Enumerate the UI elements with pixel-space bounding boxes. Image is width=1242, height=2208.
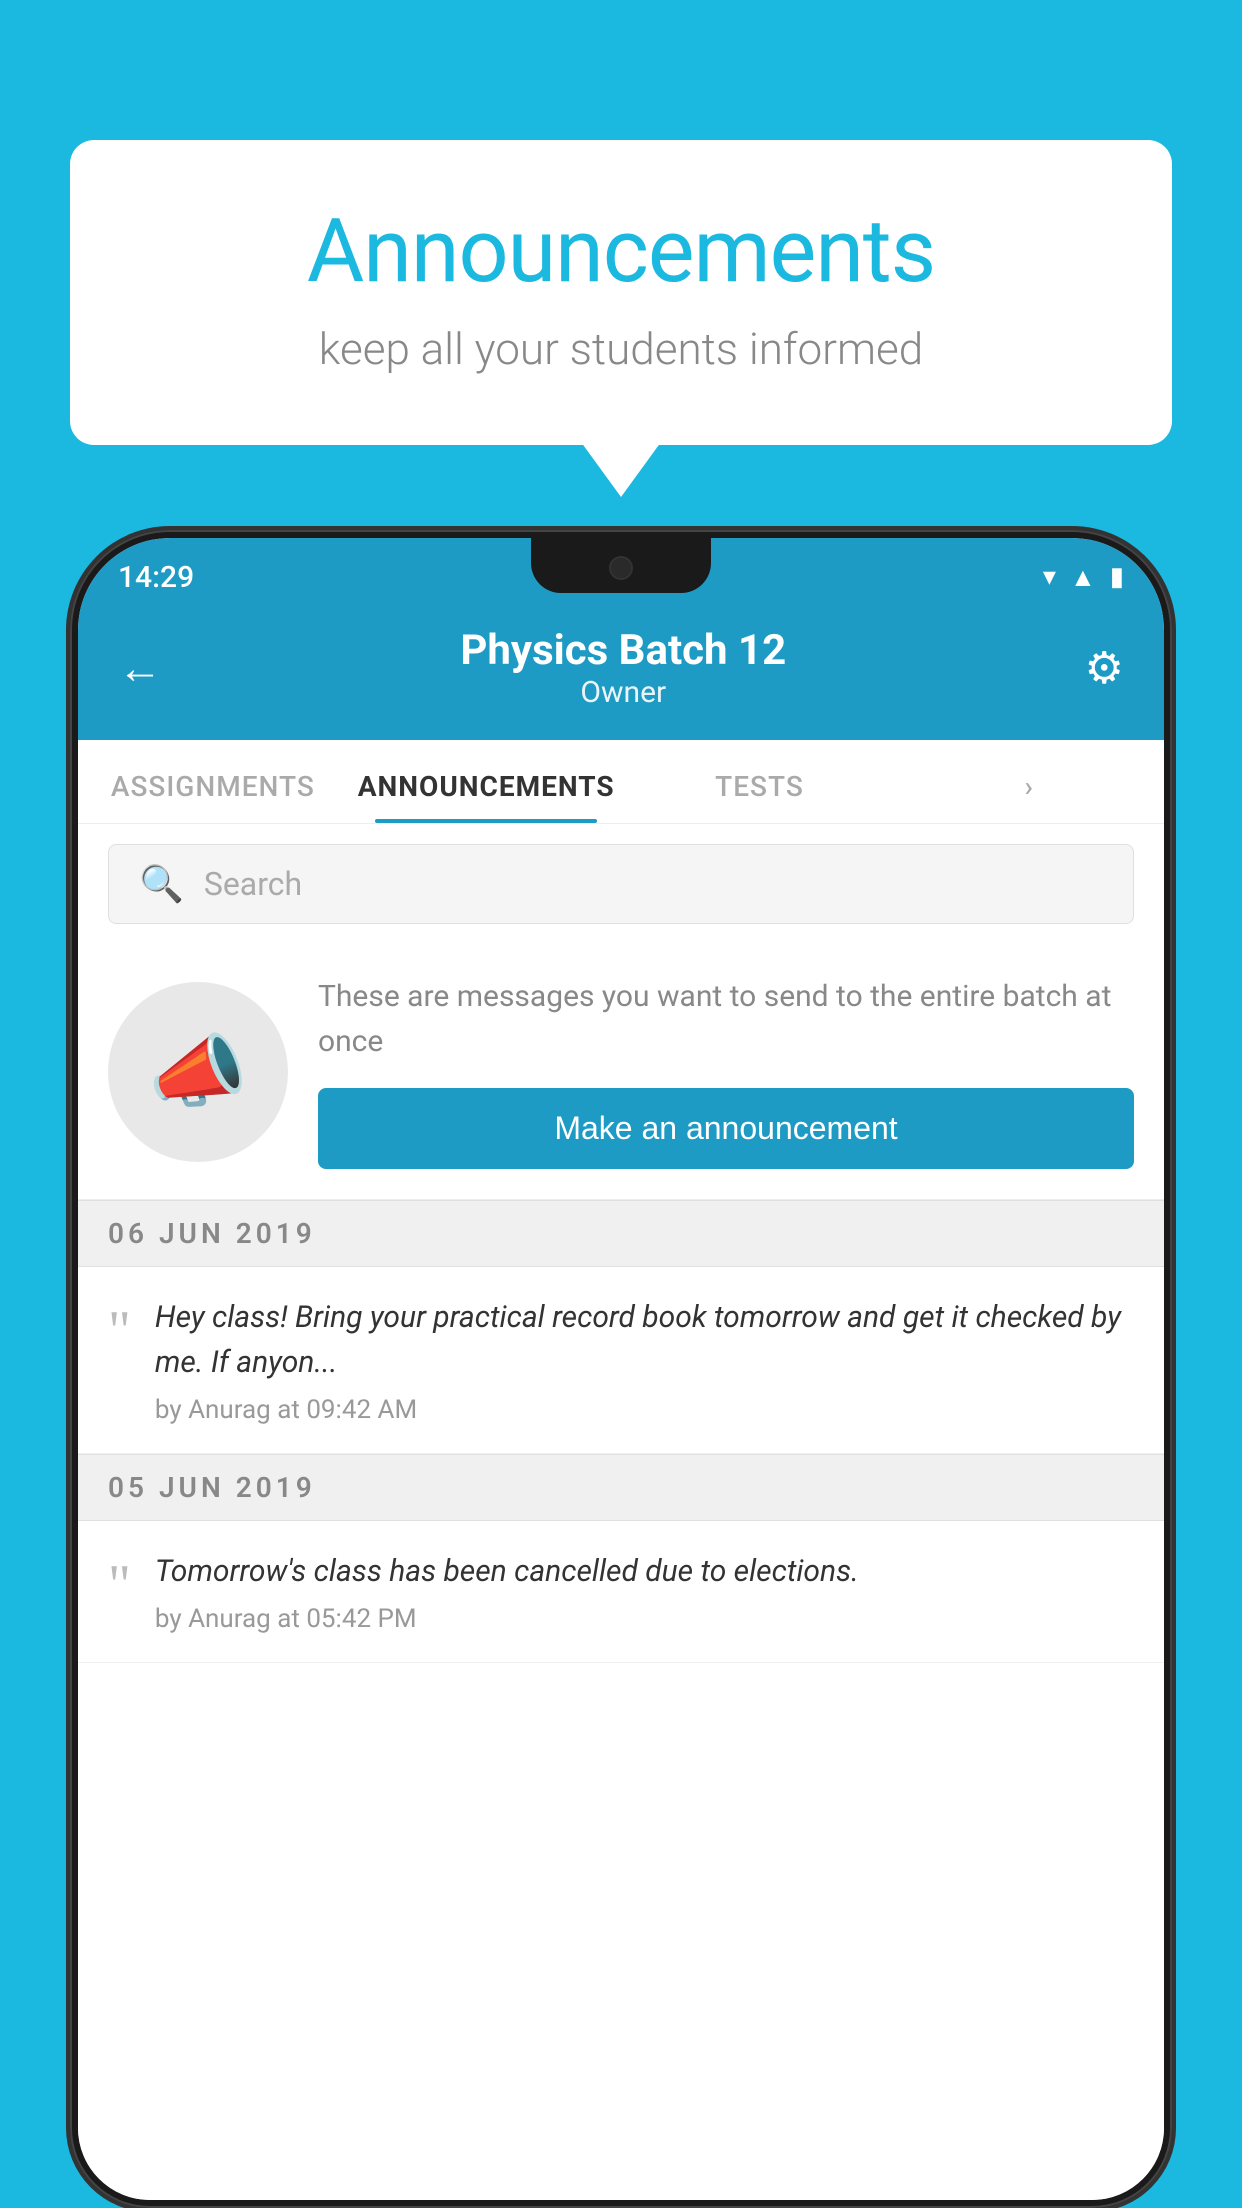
announcement-icon-circle: 📣 (108, 982, 288, 1162)
phone-camera (609, 556, 633, 580)
announcement-item-2[interactable]: " Tomorrow's class has been cancelled du… (78, 1521, 1164, 1663)
search-placeholder: Search (204, 865, 302, 903)
batch-title: Physics Batch 12 (460, 626, 786, 675)
speech-bubble-container: Announcements keep all your students inf… (70, 140, 1172, 445)
date-separator-2: 05 JUN 2019 (78, 1454, 1164, 1521)
announcement-text-2: Tomorrow's class has been cancelled due … (155, 1549, 1134, 1634)
tab-assignments[interactable]: ASSIGNMENTS (78, 740, 348, 823)
announcement-intro: 📣 These are messages you want to send to… (78, 944, 1164, 1200)
announcement-text-1: Hey class! Bring your practical record b… (155, 1295, 1134, 1425)
wifi-icon: ▾ (1043, 562, 1056, 592)
bubble-title: Announcements (150, 200, 1092, 303)
announcement-message-1: Hey class! Bring your practical record b… (155, 1295, 1134, 1385)
tab-tests[interactable]: TESTS (625, 740, 895, 823)
bubble-subtitle: keep all your students informed (150, 323, 1092, 375)
phone-content: 🔍 Search 📣 These are messages you want t… (78, 824, 1164, 2200)
tab-bar: ASSIGNMENTS ANNOUNCEMENTS TESTS › (78, 740, 1164, 824)
battery-icon: ▮ (1110, 562, 1124, 592)
batch-role: Owner (460, 675, 786, 710)
date-label-1: 06 JUN 2019 (108, 1217, 316, 1250)
speech-bubble: Announcements keep all your students inf… (70, 140, 1172, 445)
megaphone-icon: 📣 (148, 1025, 248, 1119)
quote-icon-1: " (108, 1303, 131, 1359)
status-icons: ▾ ▲ ▮ (1043, 562, 1124, 593)
date-label-2: 05 JUN 2019 (108, 1471, 316, 1504)
quote-icon-2: " (108, 1557, 131, 1613)
make-announcement-button[interactable]: Make an announcement (318, 1088, 1134, 1169)
header-center: Physics Batch 12 Owner (460, 626, 786, 710)
announcement-right: These are messages you want to send to t… (318, 974, 1134, 1169)
phone-notch (531, 538, 711, 593)
status-time: 14:29 (118, 560, 194, 595)
announcement-description: These are messages you want to send to t… (318, 974, 1134, 1064)
settings-icon[interactable]: ⚙ (1085, 642, 1124, 694)
signal-icon: ▲ (1070, 562, 1096, 593)
announcement-author-1: by Anurag at 09:42 AM (155, 1395, 1134, 1425)
search-input[interactable]: 🔍 Search (108, 844, 1134, 924)
phone-frame: 14:29 ▾ ▲ ▮ ← Physics Batch 12 Owner ⚙ A… (70, 530, 1172, 2208)
search-icon: 🔍 (139, 863, 184, 905)
announcement-item-1[interactable]: " Hey class! Bring your practical record… (78, 1267, 1164, 1454)
date-separator-1: 06 JUN 2019 (78, 1200, 1164, 1267)
search-bar-container: 🔍 Search (78, 824, 1164, 944)
tab-more[interactable]: › (894, 740, 1164, 823)
announcement-author-2: by Anurag at 05:42 PM (155, 1604, 1134, 1634)
tab-announcements[interactable]: ANNOUNCEMENTS (348, 740, 625, 823)
announcement-message-2: Tomorrow's class has been cancelled due … (155, 1549, 1134, 1594)
phone-screen: 14:29 ▾ ▲ ▮ ← Physics Batch 12 Owner ⚙ A… (78, 538, 1164, 2200)
back-button[interactable]: ← (118, 642, 162, 694)
app-header: ← Physics Batch 12 Owner ⚙ (78, 606, 1164, 740)
